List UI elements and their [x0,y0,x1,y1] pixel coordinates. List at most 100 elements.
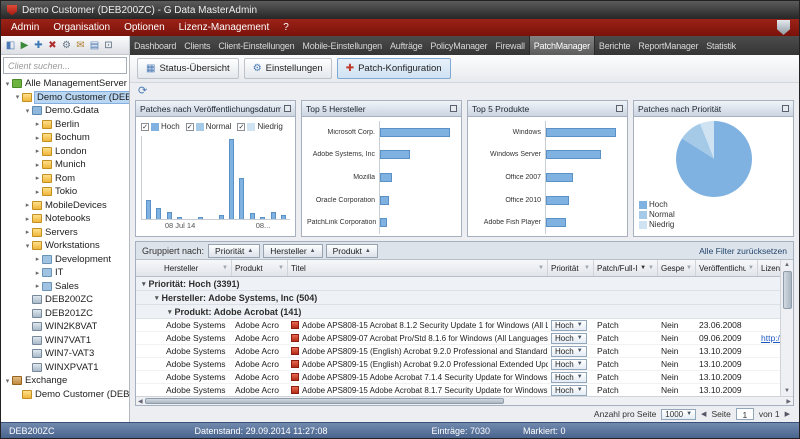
tree-expander-icon[interactable]: ▾ [23,107,32,115]
menu-item-lizenz-management[interactable]: Lizenz-Management [172,22,277,33]
view-layout-icon[interactable]: ◧ [4,37,17,54]
einstellungen-button[interactable]: ⚙Einstellungen [244,58,332,79]
tree-item-mobiledevices[interactable]: ▸MobileDevices [1,199,129,213]
tree-expander-icon[interactable]: ▸ [33,120,42,128]
report-icon[interactable]: ▤ [88,37,101,54]
menu-item-optionen[interactable]: Optionen [117,22,172,33]
cell-lizenz-url[interactable]: http://www.ad [758,333,780,343]
table-row[interactable]: Adobe SystemsAdobe AcroAdobe APS809-15 (… [136,358,780,371]
tab-client-einstellungen[interactable]: Client-Einstellungen [214,36,298,55]
prioritaet-dropdown[interactable]: Hoch▼ [551,346,587,357]
filter-icon[interactable]: ▼ [222,265,228,271]
prioritaet-dropdown[interactable]: Hoch▼ [551,372,587,383]
tree-item-rom[interactable]: ▸Rom [1,172,129,186]
table-row[interactable]: Adobe SystemsAdobe AcroAdobe APS809-07 A… [136,332,780,345]
tree-item-berlin[interactable]: ▸Berlin [1,118,129,132]
scroll-down-icon[interactable]: ▼ [784,386,790,396]
tree-item-workstations[interactable]: ▾Workstations [1,239,129,253]
prioritaet-dropdown[interactable]: Hoch▼ [551,333,587,344]
group-expander-icon[interactable]: ▾ [142,280,146,288]
scroll-right-icon[interactable]: ▶ [786,398,791,405]
maximize-icon[interactable] [450,105,457,112]
tree-item-sales[interactable]: ▸Sales [1,280,129,294]
tab-berichte[interactable]: Berichte [595,36,634,55]
settings-icon[interactable]: ⚙ [60,37,73,54]
legend-hoch[interactable]: ✓Hoch [141,122,180,131]
tree-item-win7-vat3[interactable]: WIN7-VAT3 [1,347,129,361]
group-row-produkt-adobe-acrobat-141[interactable]: ▾Produkt: Adobe Acrobat (141) [136,305,780,319]
tree-expander-icon[interactable]: ▸ [33,147,42,155]
group-row-hersteller-adobe-systems-inc-504[interactable]: ▾Hersteller: Adobe Systems, Inc (504) [136,291,780,305]
checkbox-icon[interactable]: ✓ [141,123,149,131]
tree-item-servers[interactable]: ▸Servers [1,226,129,240]
scroll-up-icon[interactable]: ▲ [784,260,790,270]
tree-item-exchange[interactable]: ▾Exchange [1,374,129,388]
legend-niedrig[interactable]: ✓Niedrig [237,122,282,131]
group-chip-produkt[interactable]: Produkt▲ [326,244,378,258]
prioritaet-dropdown[interactable]: Hoch▼ [551,385,587,396]
scroll-left-icon[interactable]: ◀ [138,398,143,405]
legend-normal[interactable]: ✓Normal [186,122,232,131]
tree-expander-icon[interactable]: ▾ [3,377,12,385]
filter-icon[interactable]: ▼ [538,265,544,271]
per-page-select[interactable]: 1000 ▼ [661,409,696,420]
tree-item-munich[interactable]: ▸Munich [1,158,129,172]
scroll-thumb[interactable] [783,271,792,309]
column-header-lizenz-url[interactable]: Lizenz-Url▼ [758,260,780,276]
tree-expander-icon[interactable]: ▾ [23,242,32,250]
tab-policymanager[interactable]: PolicyManager [426,36,491,55]
tab-reportmanager[interactable]: ReportManager [634,36,702,55]
maximize-icon[interactable] [284,105,291,112]
table-row[interactable]: Adobe SystemsAdobe AcroAdobe APS809-15 A… [136,384,780,396]
tree-expander-icon[interactable]: ▸ [23,215,32,223]
group-chip-hersteller[interactable]: Hersteller▲ [263,244,322,258]
tree-item-alle-managementserver[interactable]: ▾Alle ManagementServer [1,77,129,91]
tree-item-win2k8vat[interactable]: WIN2K8VAT [1,320,129,334]
tree-item-bochum[interactable]: ▸Bochum [1,131,129,145]
tree-expander-icon[interactable]: ▸ [33,269,42,277]
group-row-priorit-t-hoch-3391[interactable]: ▾Priorität: Hoch (3391) [136,277,780,291]
client-search-input[interactable] [3,57,127,74]
tree-expander-icon[interactable]: ▸ [33,188,42,196]
group-expander-icon[interactable]: ▾ [155,294,159,302]
tree-item-tokio[interactable]: ▸Tokio [1,185,129,199]
reset-filters-link[interactable]: Alle Filter zurücksetzen [699,246,787,256]
refresh-icon[interactable]: ⟳ [138,86,147,97]
column-header-patch-full-installer[interactable]: Patch/Full-Installer▼▼ [594,260,658,276]
page-input[interactable]: 1 [736,408,754,420]
hscroll-thumb[interactable] [145,398,504,404]
horizontal-scrollbar[interactable]: ◀ ▶ [136,396,793,405]
tab-mobile-einstellungen[interactable]: Mobile-Einstellungen [298,36,386,55]
prioritaet-dropdown[interactable]: Hoch▼ [551,320,587,331]
tab-firewall[interactable]: Firewall [491,36,528,55]
filter-icon[interactable]: ▼ [648,265,654,271]
group-expander-icon[interactable]: ▾ [168,308,172,316]
column-header-titel[interactable]: Titel▼ [288,260,548,276]
tab-statistik[interactable]: Statistik [702,36,740,55]
filter-icon[interactable]: ▼ [278,265,284,271]
prev-page-icon[interactable]: ◀ [701,410,706,418]
menu-item-help[interactable]: ? [276,22,296,33]
add-client-icon[interactable]: ✚ [32,37,45,54]
tab-auftr-ge[interactable]: Aufträge [386,36,426,55]
tree-expander-icon[interactable]: ▸ [33,282,42,290]
column-header-hersteller[interactable]: Hersteller▼ [136,260,232,276]
filter-icon[interactable]: ▼ [748,265,754,271]
maximize-icon[interactable] [616,105,623,112]
maximize-icon[interactable] [782,105,789,112]
column-header-produkt[interactable]: Produkt▼ [232,260,288,276]
tree-item-demo-gdata[interactable]: ▾Demo.Gdata [1,104,129,118]
tree-item-win7vat1[interactable]: WIN7VAT1 [1,334,129,348]
overview-icon[interactable]: ⊡ [102,37,115,54]
menu-item-organisation[interactable]: Organisation [46,22,117,33]
prioritaet-dropdown[interactable]: Hoch▼ [551,359,587,370]
mail-icon[interactable]: ✉ [74,37,87,54]
tree-item-notebooks[interactable]: ▸Notebooks [1,212,129,226]
tree-expander-icon[interactable]: ▸ [33,255,42,263]
tree-expander-icon[interactable]: ▾ [3,80,12,88]
tab-dashboard[interactable]: Dashboard [130,36,180,55]
tree-item-deb201zc[interactable]: DEB201ZC [1,307,129,321]
next-page-icon[interactable]: ▶ [785,410,790,418]
tree-expander-icon[interactable]: ▸ [33,161,42,169]
tab-patchmanager[interactable]: PatchManager [529,36,595,55]
